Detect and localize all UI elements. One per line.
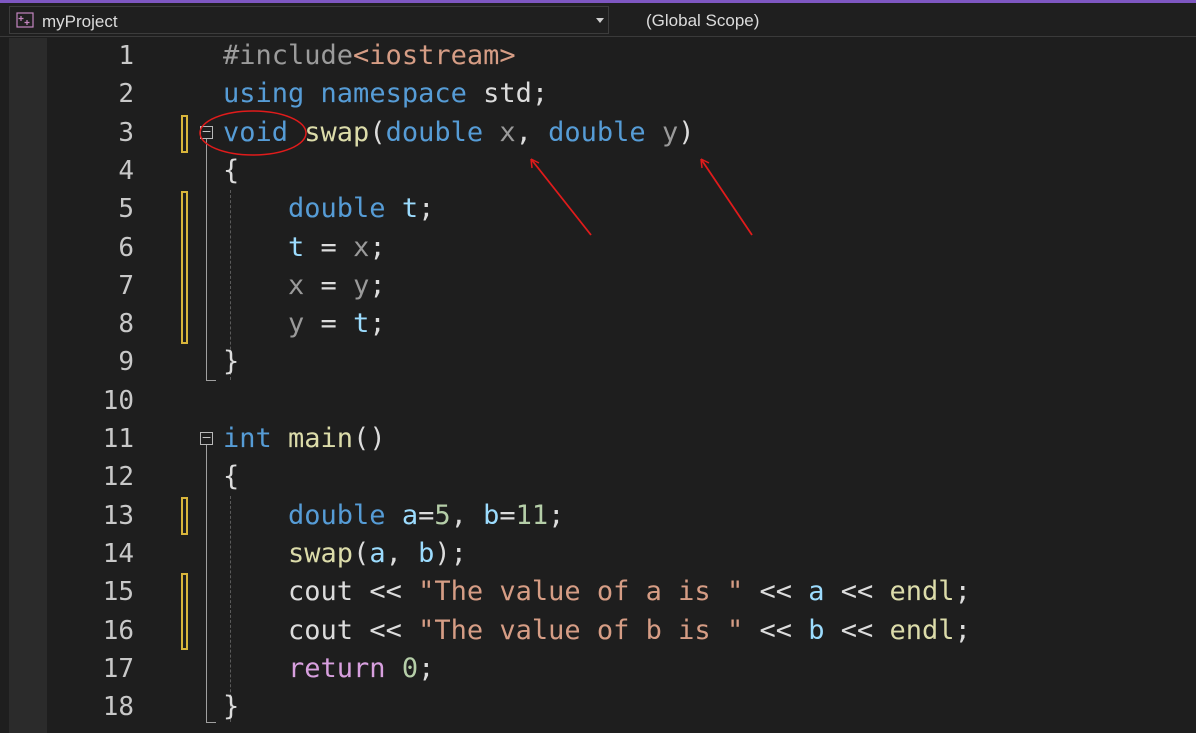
cpp-project-icon bbox=[16, 12, 34, 28]
red-arrow-annotation bbox=[530, 158, 592, 236]
scope-name: (Global Scope) bbox=[646, 11, 760, 30]
red-circle-annotation bbox=[199, 110, 307, 156]
red-arrow-annotation bbox=[700, 158, 753, 236]
chevron-down-icon[interactable] bbox=[596, 18, 604, 23]
glyph-margin bbox=[9, 38, 47, 733]
project-dropdown[interactable]: myProject bbox=[9, 6, 609, 34]
navigation-bar: myProject (Global Scope) bbox=[0, 3, 1196, 37]
project-name: myProject bbox=[42, 12, 118, 31]
code-editor[interactable]: – – 1 #include<iostream> 2 using namespace … bbox=[47, 38, 1196, 733]
red-annotation-overlay bbox=[199, 110, 753, 236]
scope-dropdown[interactable]: (Global Scope) bbox=[620, 6, 1196, 34]
